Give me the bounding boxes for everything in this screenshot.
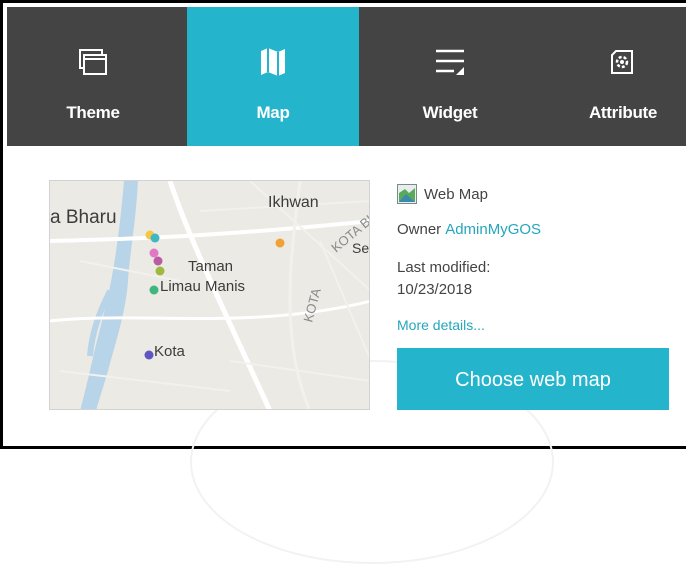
tab-bar: Theme Map Widget Attribute (7, 7, 686, 146)
map-point (275, 238, 285, 248)
map-point (149, 285, 159, 295)
map-type-row: Web Map (397, 183, 488, 205)
map-type-label: Web Map (424, 185, 488, 203)
map-label-kota: Kota (154, 343, 186, 360)
map-icon (187, 47, 359, 77)
owner-row: Owner AdminMyGOS (397, 221, 541, 238)
map-label-taman: Taman (188, 258, 233, 275)
attribute-icon (537, 47, 686, 77)
map-label-limau-manis: Limau Manis (160, 278, 245, 295)
last-modified-date: 10/23/2018 (397, 281, 473, 298)
web-map-icon (397, 184, 417, 204)
last-modified-label: Last modified: (397, 259, 491, 276)
map-point (155, 266, 165, 276)
owner-label: Owner (397, 221, 442, 238)
more-details-link[interactable]: More details... (397, 317, 485, 333)
web-map-thumbnail[interactable]: a Bharu Ikhwan Taman Limau Manis Kota Se… (49, 180, 370, 410)
map-point (150, 233, 160, 243)
tab-attribute-label: Attribute (588, 103, 658, 122)
widget-icon (364, 47, 536, 77)
map-label-ikhwan: Ikhwan (268, 194, 319, 211)
map-point (149, 248, 159, 258)
tab-theme[interactable]: Theme (7, 7, 179, 146)
owner-link[interactable]: AdminMyGOS (445, 221, 541, 238)
map-point (153, 256, 163, 266)
theme-icon (7, 47, 179, 77)
map-point (144, 350, 154, 360)
tab-widget-label: Widget (422, 103, 478, 122)
tab-widget[interactable]: Widget (364, 7, 536, 146)
tab-attribute[interactable]: Attribute (537, 7, 686, 146)
tab-map-label: Map (256, 103, 290, 122)
choose-web-map-button[interactable]: Choose web map (397, 348, 669, 410)
tab-map[interactable]: Map (187, 7, 359, 146)
tab-theme-label: Theme (66, 103, 120, 122)
map-label-bharu: a Bharu (50, 207, 117, 228)
map-label-se: Se (352, 240, 369, 256)
